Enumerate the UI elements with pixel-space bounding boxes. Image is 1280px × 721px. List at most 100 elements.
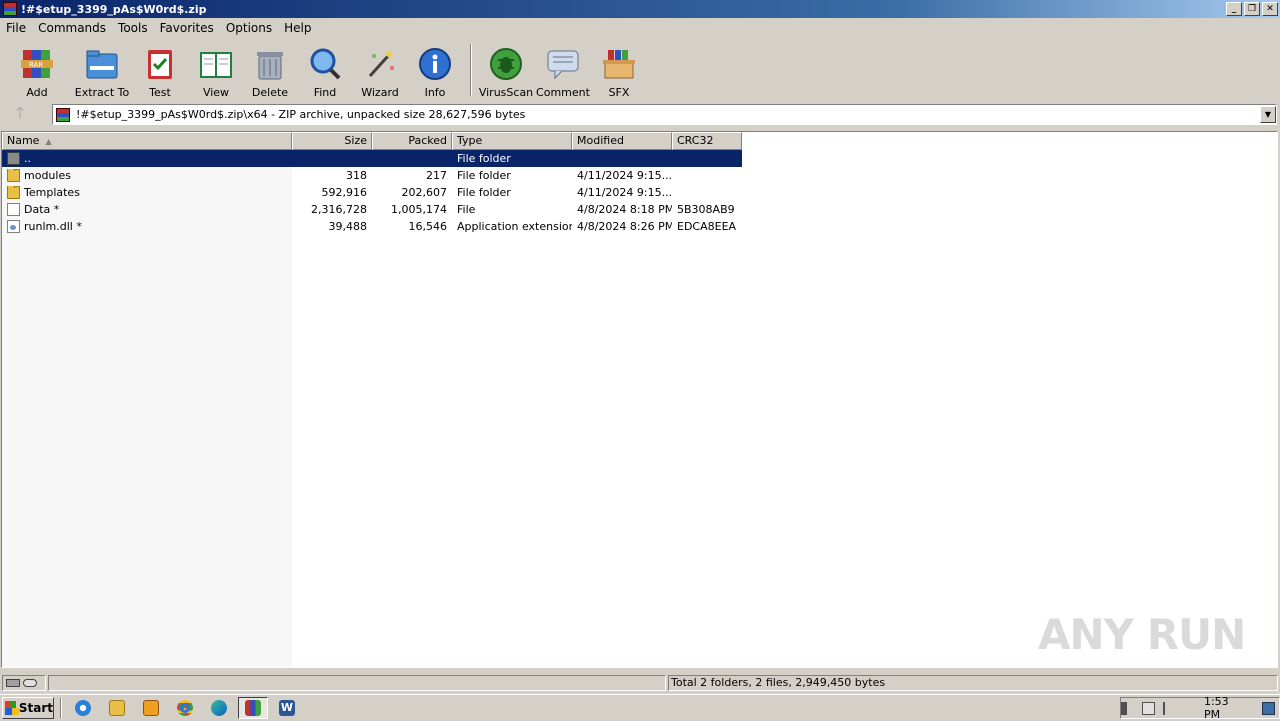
file-name-cell: Data * [2,203,292,216]
file-crc32: EDCA8EEA [677,220,737,233]
system-tray: 1:53 PM [1120,695,1280,721]
file-type: File folder [457,186,511,199]
menu-favorites[interactable]: Favorites [154,21,220,35]
restore-button[interactable]: ❐ [1244,2,1260,16]
clock[interactable]: 1:53 PM [1204,695,1244,721]
list-header: Name ▲ Size Packed Type Modified CRC32 [2,132,742,150]
action-center-flag-icon[interactable] [1163,701,1176,715]
file-name: Data * [24,203,60,216]
window-title: !#$etup_3399_pAs$W0rd$.zip [21,2,207,16]
file-name: runlm.dll * [24,220,82,233]
drive-icon[interactable] [6,679,20,687]
test-button[interactable]: Test [132,40,188,99]
chrome-taskbar-button[interactable] [170,697,200,719]
key-icon[interactable] [23,679,37,687]
file-name: Templates [24,186,80,199]
svg-text:RAR: RAR [29,61,43,69]
sfx-button[interactable]: SFX [592,40,646,99]
up-one-level-icon[interactable]: 🡑 [0,102,40,129]
comment-button[interactable]: Comment [534,40,592,99]
minimize-button[interactable]: _ [1226,2,1242,16]
delete-button[interactable]: Delete [244,40,296,99]
winrar-app-icon[interactable] [3,2,17,16]
virusscan-button[interactable]: VirusScan [478,40,534,99]
virusscan-bug-icon [488,46,524,82]
find-magnifier-icon [307,46,343,82]
show-desktop-icon[interactable] [1262,701,1275,715]
up-folder-icon [7,152,20,165]
column-header-name[interactable]: Name ▲ [2,132,292,150]
close-button[interactable]: ✕ [1262,2,1278,16]
delete-label: Delete [251,86,289,99]
internet-explorer-icon [75,699,91,716]
find-label: Find [313,86,337,99]
file-list[interactable]: Name ▲ Size Packed Type Modified CRC32 ..… [1,131,1278,668]
taskbar: Start W 1:53 PM [0,694,1280,721]
file-row[interactable]: runlm.dll * 39,488 16,546 Application exten… [2,218,742,235]
menu-help[interactable]: Help [278,21,317,35]
start-label: Start [18,700,53,715]
status-summary: Total 2 folders, 2 files, 2,949,450 byte… [668,675,1278,691]
find-button[interactable]: Find [296,40,354,99]
wizard-label: Wizard [361,86,399,99]
file-name: .. [24,152,31,165]
delete-trash-icon [252,46,288,82]
wizard-button[interactable]: Wizard [354,40,406,99]
network-icon[interactable] [1142,701,1156,715]
folder-explorer-icon [109,699,125,716]
internet-explorer-taskbar-button[interactable] [68,697,98,719]
file-row[interactable]: modules 318 217 File folder 4/11/2024 9:15..… [2,167,742,184]
status-bar: Total 2 folders, 2 files, 2,949,450 byte… [0,674,1280,692]
media-player-taskbar-button[interactable] [136,697,166,719]
start-button[interactable]: Start [2,696,54,719]
explorer-taskbar-button[interactable] [102,697,132,719]
column-header-modified[interactable]: Modified [572,132,672,150]
column-header-crc32[interactable]: CRC32 [672,132,742,150]
status-icons [2,675,46,691]
winrar-taskbar-button[interactable] [238,696,268,719]
file-row[interactable]: Templates 592,916 202,607 File folder 4/11/2… [2,184,742,201]
file-packed: 16,546 [408,220,448,233]
file-row[interactable]: Data * 2,316,728 1,005,174 File 4/8/2024 8:1… [2,201,742,218]
word-taskbar-button[interactable]: W [272,697,302,719]
view-button[interactable]: View [188,40,244,99]
extract-to-label: Extract To [74,86,130,99]
word-icon: W [279,699,295,716]
file-type: Application extension [457,220,572,233]
info-label: Info [424,86,446,99]
menu-commands[interactable]: Commands [32,21,112,35]
volume-icon[interactable] [1120,701,1134,715]
file-type: File [457,203,476,216]
column-header-type[interactable]: Type [452,132,572,150]
toolbar: RAR Add Extract To Test View Delete Find [0,40,1280,100]
add-archive-icon: RAR [19,46,55,82]
column-name-label: Name [7,134,40,147]
taskbar-divider [60,697,62,718]
file-size: 39,488 [328,220,368,233]
folder-icon [7,169,20,182]
info-button[interactable]: Info [406,40,464,99]
edge-taskbar-button[interactable] [204,697,234,719]
file-row[interactable]: .. File folder [2,150,742,167]
address-field[interactable]: !#$etup_3399_pAs$W0rd$.zip\x64 - ZIP arc… [52,104,1277,125]
test-label: Test [149,86,171,99]
file-modified: 4/8/2024 8:18 PM [577,203,672,216]
column-header-size[interactable]: Size [292,132,372,150]
menu-file[interactable]: File [0,21,32,35]
file-name-cell: Templates [2,186,292,199]
file-name: modules [24,169,71,182]
address-dropdown-button[interactable]: ▼ [1260,106,1276,123]
view-label: View [202,86,230,99]
add-button[interactable]: RAR Add [2,40,72,99]
column-header-packed[interactable]: Packed [372,132,452,150]
file-packed: 1,005,174 [391,203,447,216]
sfx-label: SFX [608,86,630,99]
file-modified: 4/11/2024 9:15... [577,169,672,182]
menu-options[interactable]: Options [220,21,278,35]
menu-tools[interactable]: Tools [112,21,154,35]
sort-ascending-icon: ▲ [45,137,52,146]
extract-to-button[interactable]: Extract To [72,40,132,99]
media-player-icon [143,699,159,716]
file-name-cell: modules [2,169,292,182]
file-size: 2,316,728 [311,203,367,216]
